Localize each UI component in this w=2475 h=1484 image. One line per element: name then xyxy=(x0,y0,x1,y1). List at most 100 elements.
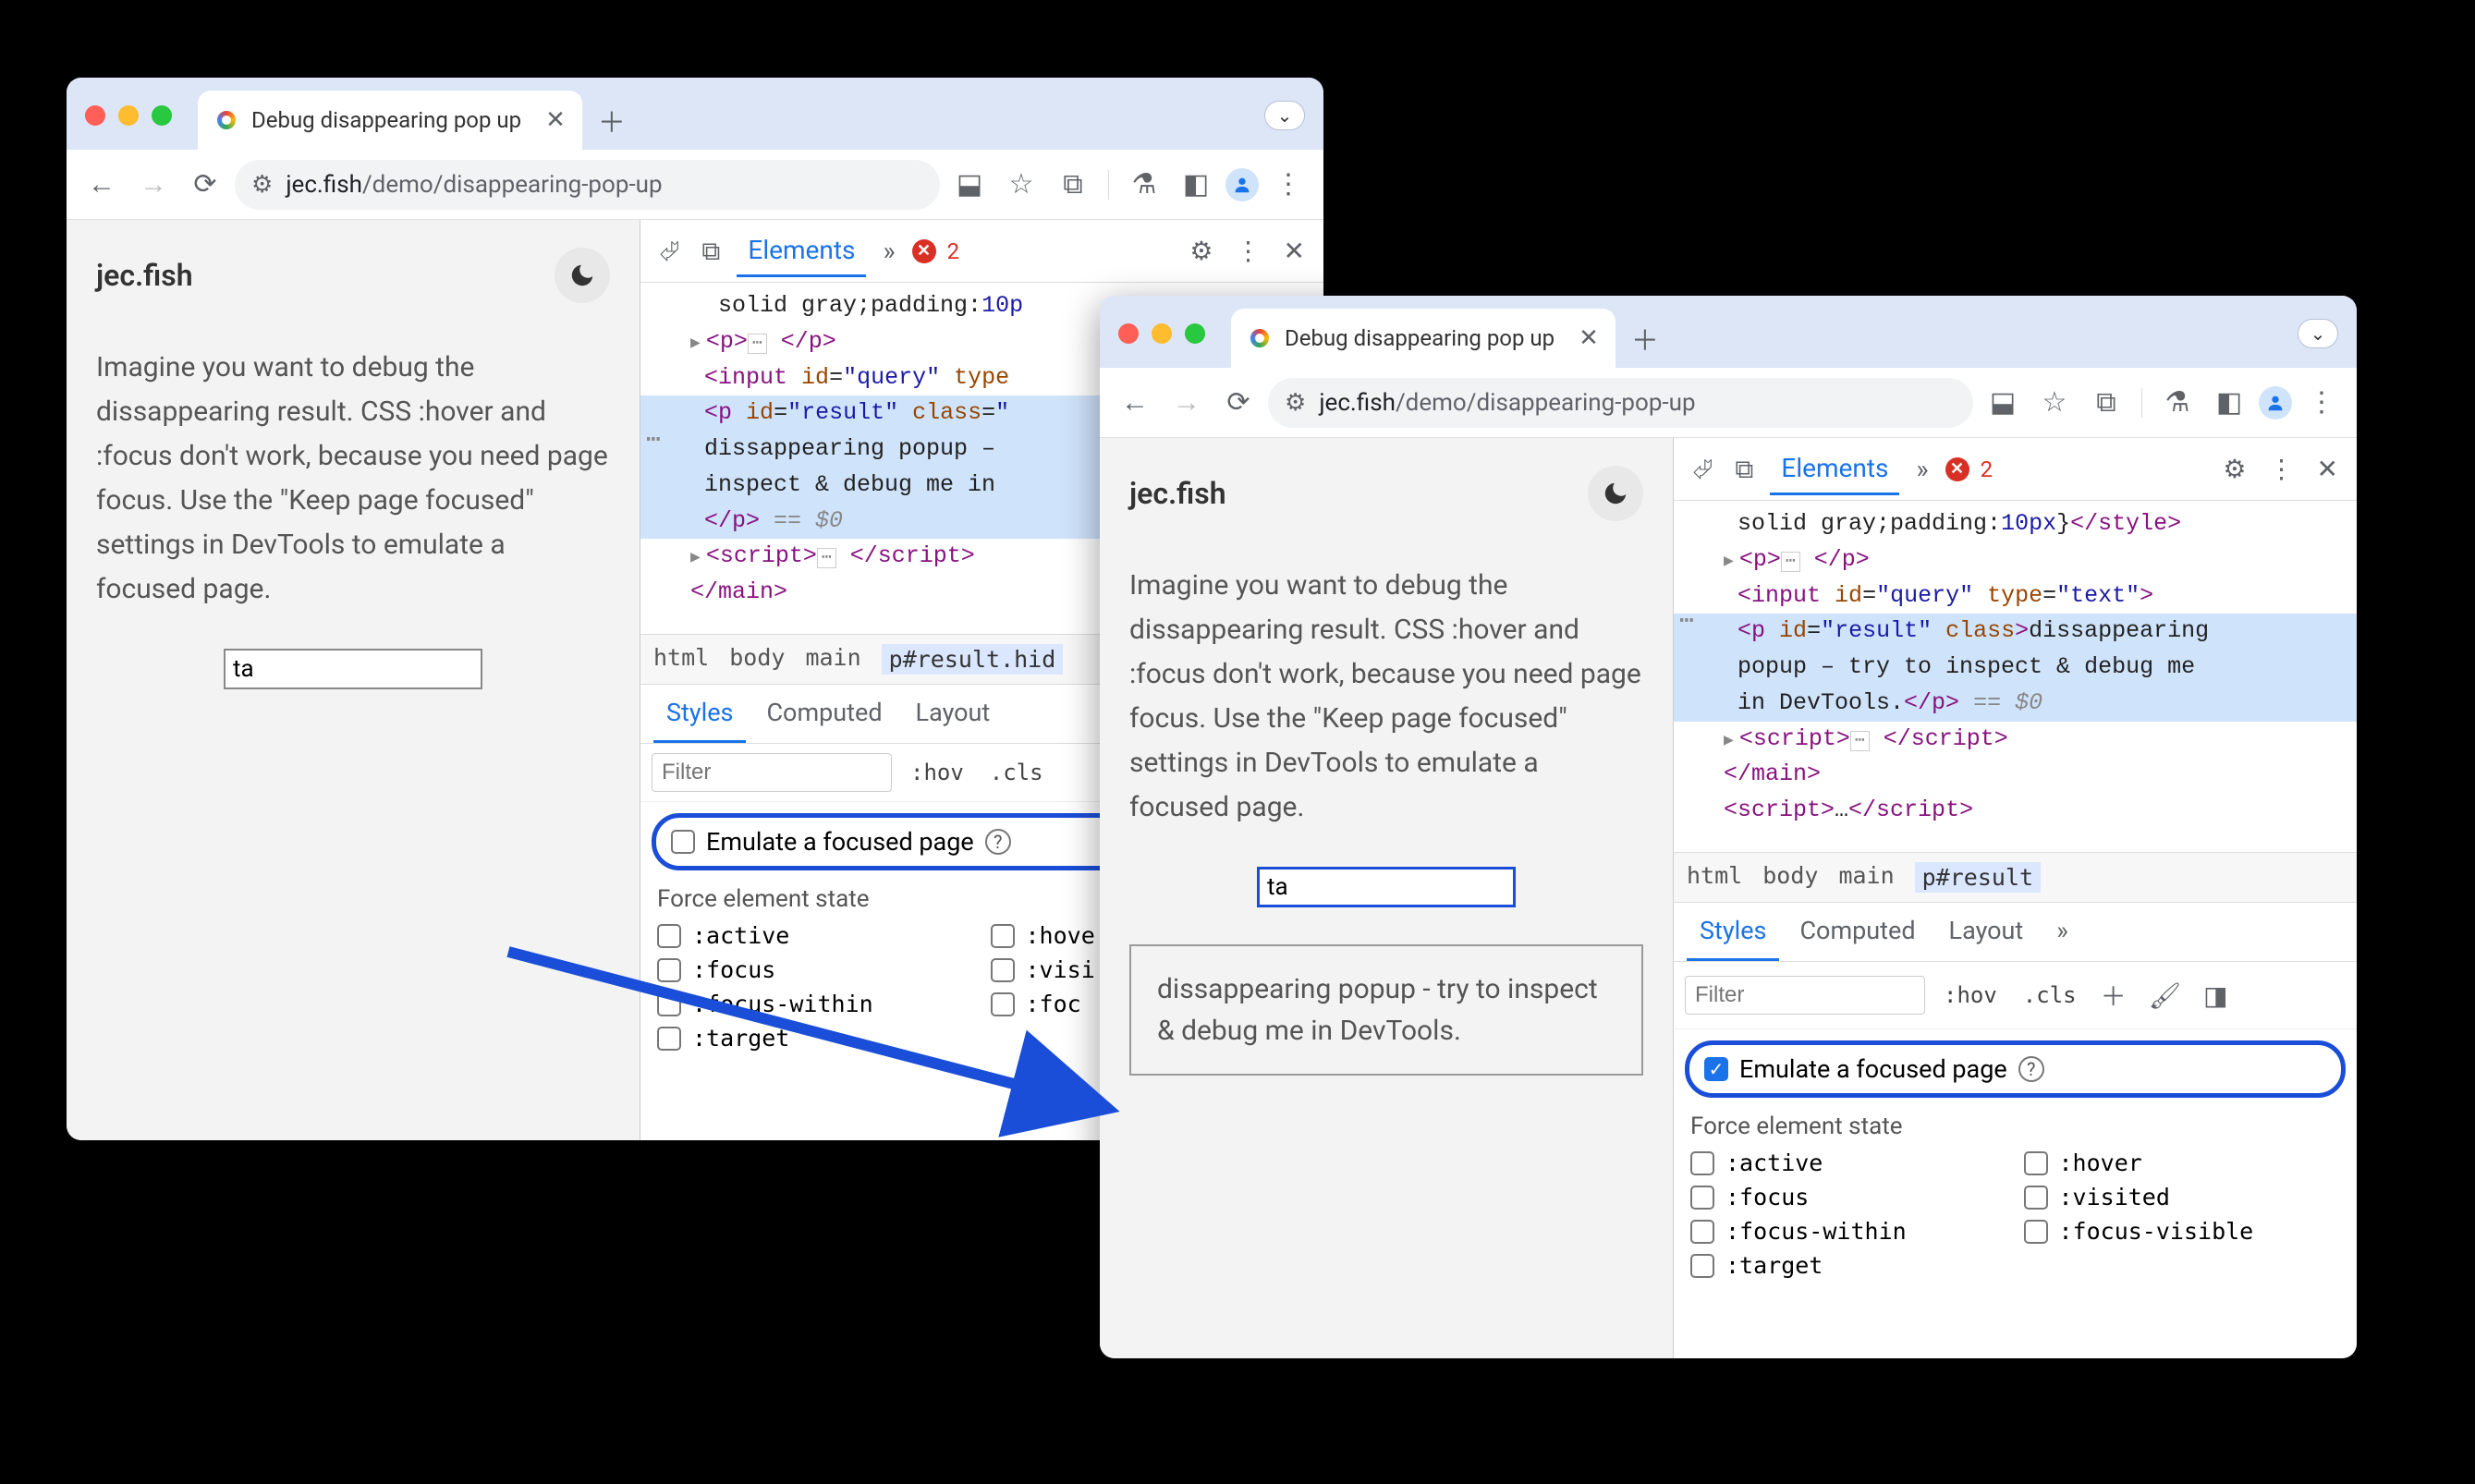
force-target[interactable]: :target xyxy=(657,1025,974,1052)
side-panel-icon[interactable]: ◧ xyxy=(1174,163,1218,207)
query-input[interactable] xyxy=(1257,867,1516,907)
crumb-html[interactable]: html xyxy=(1687,862,1742,893)
force-visited[interactable]: :visited xyxy=(2024,1184,2341,1210)
force-focus-visible[interactable]: :focus-visible xyxy=(2024,1218,2341,1245)
emulate-focused-page-row[interactable]: ✓ Emulate a focused page ? xyxy=(1685,1040,2346,1098)
nav-forward-button[interactable]: → xyxy=(1164,381,1209,425)
devtools-close-icon[interactable]: ✕ xyxy=(1278,230,1311,272)
computed-panel-icon[interactable]: ◨ xyxy=(2198,975,2233,1016)
force-focus-within[interactable]: :focus-within xyxy=(1690,1218,2007,1245)
address-bar[interactable]: ⚙ jec.fish/demo/disappearing-pop-up xyxy=(1268,378,1973,428)
nav-reload-button[interactable]: ⟳ xyxy=(1216,381,1261,425)
inspect-element-icon[interactable]: ⮰ xyxy=(1687,448,1718,491)
cls-toggle[interactable]: .cls xyxy=(982,756,1051,789)
labs-flask-icon[interactable]: ⚗ xyxy=(2155,381,2200,425)
devtools-settings-icon[interactable]: ⚙ xyxy=(2217,448,2251,490)
new-style-rule-icon[interactable]: ＋ xyxy=(2095,971,2132,1019)
window-close-icon[interactable] xyxy=(85,105,105,126)
help-icon[interactable]: ? xyxy=(2018,1056,2044,1082)
force-hover[interactable]: :hover xyxy=(2024,1149,2341,1176)
emulate-checkbox[interactable]: ✓ xyxy=(1704,1057,1728,1081)
tab-layout[interactable]: Layout xyxy=(1936,903,2037,961)
site-settings-icon[interactable]: ⚙ xyxy=(251,171,273,199)
tab-computed[interactable]: Computed xyxy=(753,685,895,743)
browser-tab[interactable]: Debug disappearing pop up ✕ xyxy=(1231,309,1615,368)
extensions-icon[interactable]: ⧉ xyxy=(1051,163,1095,207)
device-toggle-icon[interactable]: ⧉ xyxy=(1729,448,1759,491)
help-icon[interactable]: ? xyxy=(985,829,1011,855)
dom-breadcrumb[interactable]: html body main p#result xyxy=(1674,852,2357,903)
extensions-icon[interactable]: ⧉ xyxy=(2084,381,2128,425)
side-panel-icon[interactable]: ◧ xyxy=(2207,381,2251,425)
dom-tree[interactable]: ⋯ solid gray;padding:10px}</style> <p>⋯ … xyxy=(1674,501,2357,852)
nav-reload-button[interactable]: ⟳ xyxy=(183,163,227,207)
force-focus[interactable]: :focus xyxy=(657,956,974,983)
crumb-body[interactable]: body xyxy=(1762,862,1818,893)
bookmark-star-icon[interactable]: ☆ xyxy=(2032,381,2077,425)
devtools-settings-icon[interactable]: ⚙ xyxy=(1184,230,1218,272)
force-focus-within[interactable]: :focus-within xyxy=(657,991,974,1017)
force-target[interactable]: :target xyxy=(1690,1252,2007,1279)
force-active[interactable]: :active xyxy=(657,922,974,949)
tab-search-button[interactable]: ⌄ xyxy=(2298,319,2338,348)
devtools-close-icon[interactable]: ✕ xyxy=(2311,448,2344,490)
query-input[interactable] xyxy=(224,649,482,689)
inspect-element-icon[interactable]: ⮰ xyxy=(653,230,685,273)
cls-toggle[interactable]: .cls xyxy=(2016,979,2084,1012)
crumb-main[interactable]: main xyxy=(1838,862,1894,893)
more-tabs-icon[interactable]: » xyxy=(1910,448,1933,490)
hov-toggle[interactable]: :hov xyxy=(903,756,971,789)
dark-mode-toggle[interactable] xyxy=(1588,466,1643,521)
browser-menu-icon[interactable]: ⋮ xyxy=(2299,381,2344,425)
install-app-icon[interactable]: ⬓ xyxy=(947,163,992,207)
profile-avatar-icon[interactable] xyxy=(2259,386,2292,420)
window-zoom-icon[interactable] xyxy=(1185,323,1205,344)
emulate-checkbox[interactable] xyxy=(671,830,695,854)
device-toggle-icon[interactable]: ⧉ xyxy=(696,230,725,273)
labs-flask-icon[interactable]: ⚗ xyxy=(1122,163,1166,207)
tab-styles[interactable]: Styles xyxy=(1687,903,1779,961)
new-tab-button[interactable]: ＋ xyxy=(590,98,634,142)
error-badge-icon[interactable]: ✕ xyxy=(912,239,936,263)
devtools-menu-icon[interactable]: ⋮ xyxy=(2263,448,2300,490)
crumb-result[interactable]: p#result xyxy=(1915,862,2041,893)
window-close-icon[interactable] xyxy=(1118,323,1139,344)
profile-avatar-icon[interactable] xyxy=(1225,168,1259,201)
tab-layout[interactable]: Layout xyxy=(903,685,1004,743)
tab-styles[interactable]: Styles xyxy=(653,685,746,743)
tab-computed[interactable]: Computed xyxy=(1786,903,1928,961)
nav-back-button[interactable]: ← xyxy=(79,163,124,207)
nav-forward-button[interactable]: → xyxy=(131,163,176,207)
new-tab-button[interactable]: ＋ xyxy=(1623,316,1667,360)
more-tabs-icon[interactable]: » xyxy=(2043,903,2081,961)
force-active[interactable]: :active xyxy=(1690,1149,2007,1176)
crumb-body[interactable]: body xyxy=(729,644,785,675)
tab-search-button[interactable]: ⌄ xyxy=(1264,101,1305,130)
hov-toggle[interactable]: :hov xyxy=(1936,979,2005,1012)
error-badge-icon[interactable]: ✕ xyxy=(1945,457,1969,481)
tab-close-icon[interactable]: ✕ xyxy=(545,106,566,134)
crumb-main[interactable]: main xyxy=(805,644,860,675)
styles-filter-input[interactable] xyxy=(1685,976,1925,1015)
address-bar[interactable]: ⚙ jec.fish/demo/disappearing-pop-up xyxy=(235,160,940,210)
force-focus[interactable]: :focus xyxy=(1690,1184,2007,1210)
devtools-tab-elements[interactable]: Elements xyxy=(737,225,866,277)
nav-back-button[interactable]: ← xyxy=(1113,381,1157,425)
devtools-tab-elements[interactable]: Elements xyxy=(1770,444,1899,495)
bookmark-star-icon[interactable]: ☆ xyxy=(999,163,1043,207)
window-minimize-icon[interactable] xyxy=(118,105,139,126)
paint-flashing-icon[interactable]: 🖌 xyxy=(2143,975,2188,1016)
install-app-icon[interactable]: ⬓ xyxy=(1981,381,2025,425)
site-settings-icon[interactable]: ⚙ xyxy=(1285,389,1306,417)
window-minimize-icon[interactable] xyxy=(1152,323,1172,344)
tab-close-icon[interactable]: ✕ xyxy=(1579,324,1599,352)
window-zoom-icon[interactable] xyxy=(152,105,172,126)
crumb-result[interactable]: p#result.hid xyxy=(882,644,1064,675)
browser-menu-icon[interactable]: ⋮ xyxy=(1266,163,1311,207)
crumb-html[interactable]: html xyxy=(653,644,709,675)
browser-tab[interactable]: Debug disappearing pop up ✕ xyxy=(198,91,582,150)
dark-mode-toggle[interactable] xyxy=(555,248,610,303)
more-tabs-icon[interactable]: » xyxy=(877,230,900,272)
devtools-menu-icon[interactable]: ⋮ xyxy=(1230,230,1267,272)
styles-filter-input[interactable] xyxy=(652,753,892,792)
